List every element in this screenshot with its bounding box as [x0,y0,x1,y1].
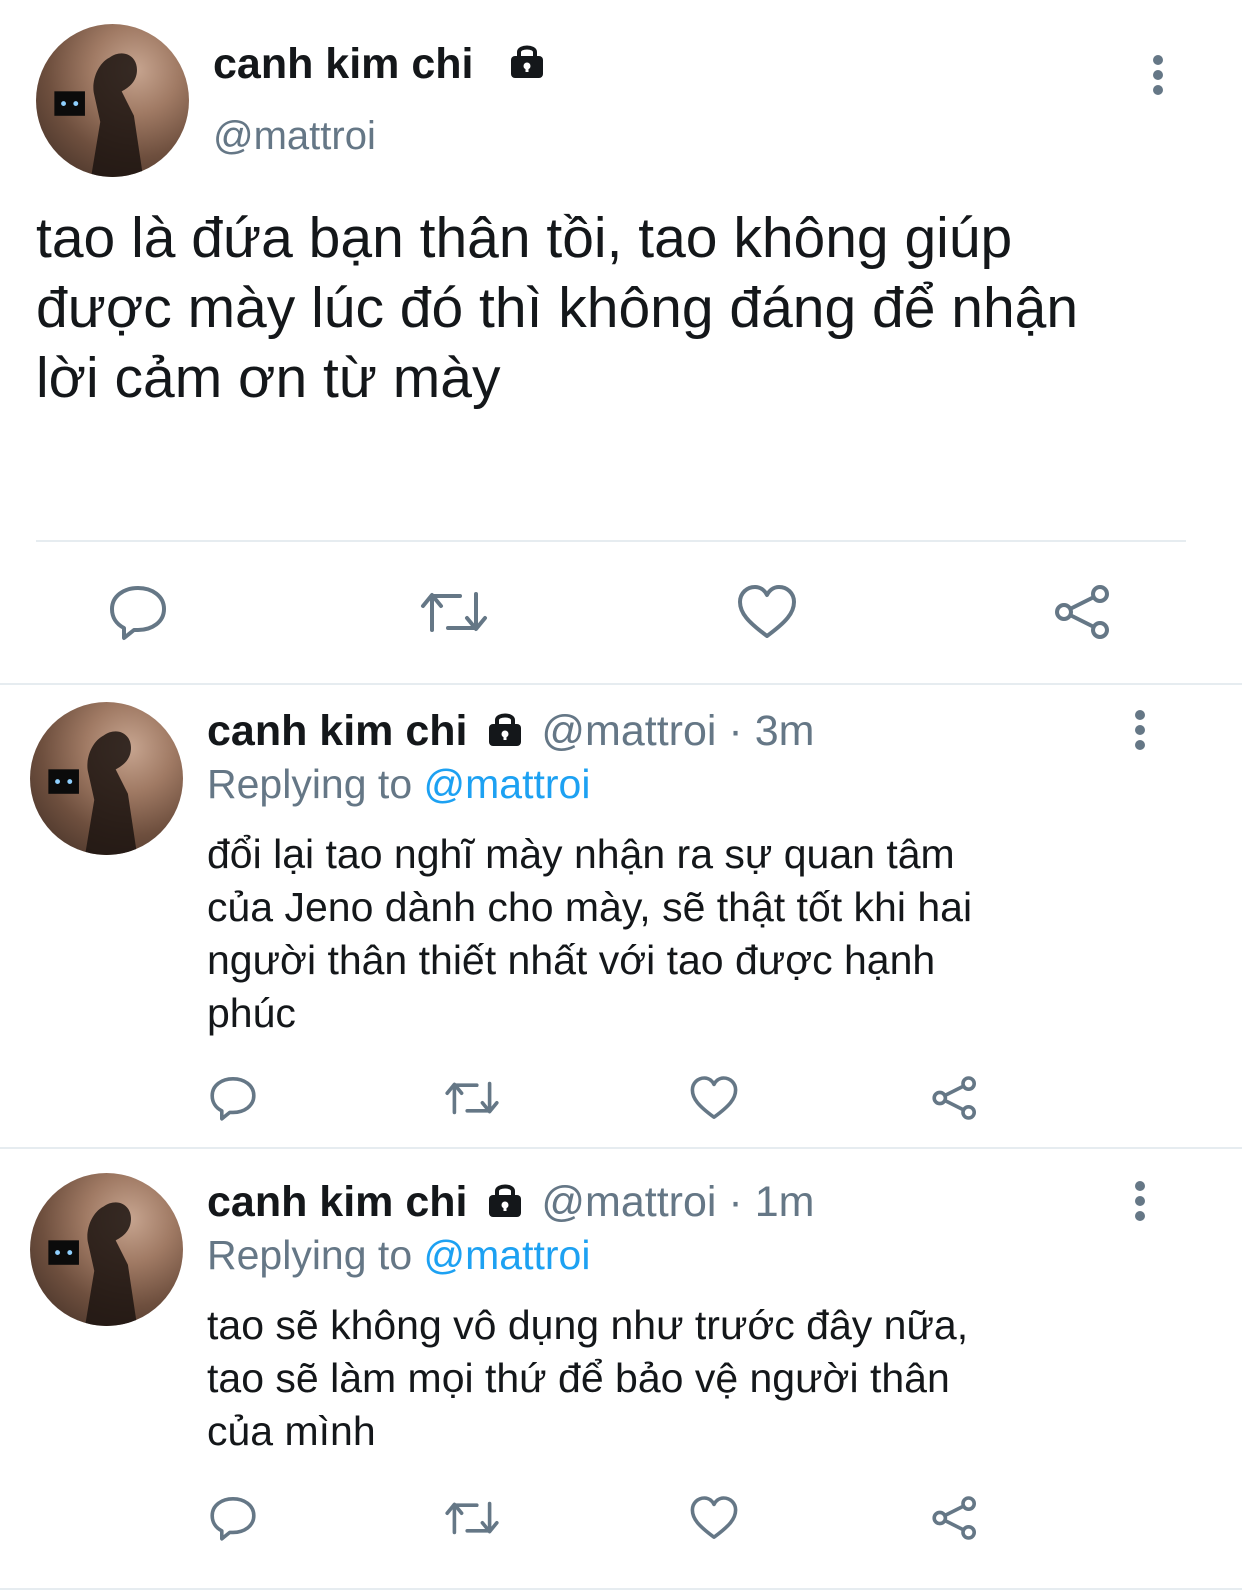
like-icon [690,1076,738,1119]
like-icon [690,1496,738,1539]
replying-to: Replying to @mattroi [207,759,590,809]
retweet-icon [445,1501,499,1535]
retweet-icon [421,592,487,632]
more-options-icon[interactable] [1132,710,1148,750]
section-divider [0,683,1242,685]
reply-header: canh kim chi @mattroi · 3m [207,706,814,756]
replying-to-label: Replying to [207,1232,413,1278]
retweet-button[interactable] [444,1494,500,1542]
tweet-text: tao sẽ không vô dụng như trước đây nữa, … [207,1302,969,1454]
reply-button[interactable] [209,1074,257,1122]
retweet-icon [445,1081,499,1115]
share-button[interactable] [930,1494,980,1542]
lock-icon [489,1184,522,1217]
more-options-icon[interactable] [1150,55,1166,95]
timestamp[interactable]: 1m [755,1178,815,1226]
user-handle[interactable]: @mattroi [213,113,376,159]
replying-to-link[interactable]: @mattroi [424,1232,591,1278]
separator: · [728,707,743,755]
reply-header: canh kim chi @mattroi · 1m [207,1177,814,1227]
retweet-button[interactable] [444,1074,500,1122]
avatar-image-icon [48,731,138,855]
replying-to-label: Replying to [207,761,413,807]
avatar[interactable] [30,702,183,855]
tweet-text: tao là đứa bạn thân tồi, tao không giúp … [36,206,1079,410]
like-button[interactable] [689,1074,739,1122]
avatar[interactable] [36,24,189,177]
reply-icon [210,1497,256,1541]
reply-icon [210,1077,256,1121]
share-icon [1055,585,1109,639]
reply-button[interactable] [108,582,168,642]
more-options-icon[interactable] [1132,1181,1148,1221]
avatar-image-icon [54,53,144,177]
share-icon [932,1496,976,1540]
replying-to-link[interactable]: @mattroi [424,761,591,807]
avatar[interactable] [30,1173,183,1326]
actions-divider [36,540,1186,542]
section-divider [0,1588,1242,1590]
lock-icon [511,45,543,78]
replying-to: Replying to @mattroi [207,1230,590,1280]
display-name[interactable]: canh kim chi [207,707,467,755]
lock-icon [489,713,522,746]
like-button[interactable] [689,1494,739,1542]
section-divider [0,1147,1242,1149]
share-button[interactable] [930,1074,980,1122]
share-icon [932,1076,976,1120]
reply-icon [110,586,166,640]
user-handle[interactable]: @mattroi [541,1178,716,1226]
user-handle[interactable]: @mattroi [541,707,716,755]
timestamp[interactable]: 3m [755,707,815,755]
display-name[interactable]: canh kim chi [213,40,473,88]
retweet-button[interactable] [420,582,488,642]
reply-button[interactable] [209,1494,257,1542]
tweet-text: đổi lại tao nghĩ mày nhận ra sự quan tâm… [207,831,973,1036]
avatar-image-icon [48,1202,138,1326]
display-name[interactable]: canh kim chi [207,1178,467,1226]
share-button[interactable] [1052,582,1114,642]
like-button[interactable] [736,582,798,642]
separator: · [728,1178,743,1226]
like-icon [738,585,796,638]
